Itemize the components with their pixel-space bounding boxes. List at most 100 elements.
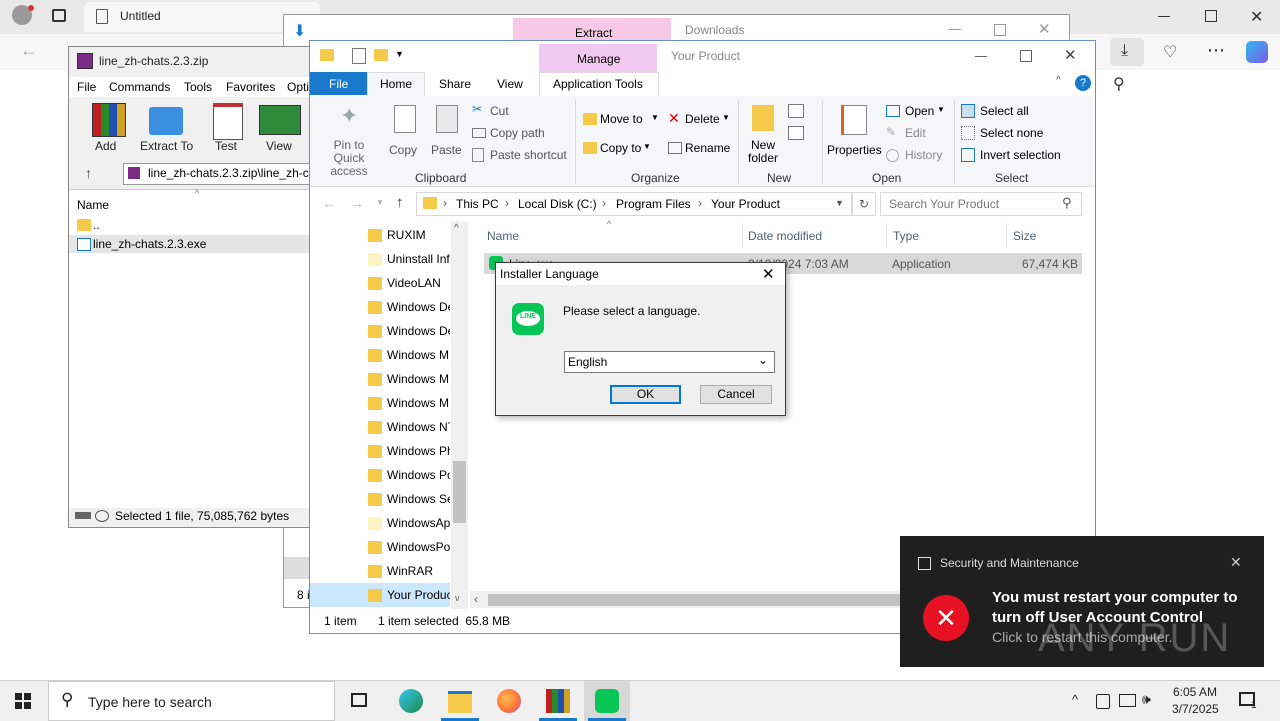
tree-item[interactable]: WindowsPo: [310, 535, 450, 559]
copy-to-button[interactable]: Copy to ▼: [581, 139, 661, 157]
clock-date[interactable]: 3/7/2025: [1172, 702, 1219, 716]
menu-options[interactable]: Opti: [287, 80, 309, 94]
toast-notification[interactable]: Security and Maintenance ✕ ✕ You must re…: [900, 536, 1264, 667]
maximize-icon[interactable]: [994, 24, 1006, 36]
recent-dropdown-icon[interactable]: ▼: [376, 198, 384, 207]
new-folder-button[interactable]: New folder: [742, 101, 784, 165]
open-button[interactable]: Open ▼: [886, 102, 950, 120]
tree-scrollbar[interactable]: [451, 221, 468, 609]
copilot-icon[interactable]: [1246, 41, 1268, 63]
tab-view[interactable]: View: [497, 77, 523, 91]
copy-button[interactable]: Copy: [386, 101, 422, 163]
window-close-icon[interactable]: ✕: [1250, 7, 1263, 27]
refresh-icon[interactable]: ↻: [852, 192, 876, 216]
up-arrow-icon[interactable]: ↑: [85, 165, 92, 181]
tab-actions-icon[interactable]: [52, 9, 66, 22]
test-button[interactable]: Test: [207, 103, 247, 155]
breadcrumb-local-disk[interactable]: Local Disk (C:): [518, 197, 597, 211]
window-restore-icon[interactable]: [1205, 10, 1217, 22]
network-icon[interactable]: [1119, 694, 1136, 707]
scroll-left-icon[interactable]: ‹: [474, 592, 478, 606]
clock-time[interactable]: 6:05 AM: [1173, 685, 1217, 699]
firefox-taskbar-icon[interactable]: [497, 689, 521, 713]
menu-tools[interactable]: Tools: [184, 80, 212, 94]
tree-item-selected[interactable]: Your Produc: [310, 583, 450, 607]
health-icon[interactable]: ♡: [1163, 42, 1177, 62]
pin-icon[interactable]: ⚲: [1113, 74, 1125, 94]
tree-item[interactable]: Windows De: [310, 319, 450, 343]
tree-item[interactable]: Windows Po: [310, 463, 450, 487]
back-icon[interactable]: ←: [322, 195, 336, 211]
pin-quick-access-button[interactable]: ✦ Pin to Quick access: [314, 101, 384, 178]
properties-qat-icon[interactable]: [352, 48, 366, 64]
history-button[interactable]: History: [886, 146, 950, 164]
column-name[interactable]: Name: [487, 229, 519, 243]
delete-button[interactable]: ✕ Delete ▼: [666, 110, 732, 128]
easy-access-icon[interactable]: [788, 126, 804, 140]
h-scroll-thumb[interactable]: [488, 594, 908, 606]
list-item[interactable]: ..: [69, 216, 314, 234]
column-name[interactable]: Name: [77, 198, 109, 212]
menu-file[interactable]: File: [77, 80, 96, 94]
maximize-icon[interactable]: [1020, 50, 1032, 62]
path-field[interactable]: line_zh-chats.2.3.zip\line_zh-ch: [123, 163, 316, 185]
search-box[interactable]: Search Your Product ⚲: [880, 192, 1082, 216]
scroll-thumb[interactable]: [453, 461, 466, 523]
language-select[interactable]: English ⌄: [564, 351, 775, 373]
volume-icon[interactable]: 🕪: [1142, 691, 1151, 708]
downloads-icon[interactable]: ⤓: [1110, 38, 1144, 66]
select-none-button[interactable]: Select none: [961, 124, 1071, 142]
help-icon[interactable]: ?: [1075, 75, 1091, 91]
breadcrumb-your-product[interactable]: Your Product: [711, 197, 780, 211]
tree-item[interactable]: RUXIM: [310, 223, 450, 247]
new-folder-qat-icon[interactable]: [374, 49, 388, 61]
tree-item[interactable]: Windows Se: [310, 487, 450, 511]
column-date-modified[interactable]: Date modified: [748, 229, 822, 243]
collapse-ribbon-icon[interactable]: ^: [1056, 75, 1061, 86]
winrar-taskbar-icon[interactable]: [546, 689, 570, 713]
rename-button[interactable]: Rename: [666, 139, 732, 157]
show-hidden-icons-icon[interactable]: ^: [1072, 692, 1078, 707]
tree-item[interactable]: WinRAR: [310, 559, 450, 583]
tree-item[interactable]: Windows M: [310, 391, 450, 415]
cut-button[interactable]: ✂ Cut: [470, 102, 550, 120]
window-minimize-icon[interactable]: [1158, 16, 1170, 17]
task-view-icon[interactable]: [351, 693, 367, 707]
more-icon[interactable]: ⋯: [1207, 40, 1225, 61]
paste-button[interactable]: Paste: [428, 101, 464, 163]
extract-to-button[interactable]: Extract To: [137, 103, 199, 155]
tree-item[interactable]: Windows De: [310, 295, 450, 319]
list-item-selected[interactable]: line_zh-chats.2.3.exe: [69, 235, 314, 253]
back-icon[interactable]: ←: [20, 40, 38, 61]
tree-item[interactable]: Windows M: [310, 343, 450, 367]
add-button[interactable]: Add: [87, 103, 127, 155]
scroll-up-icon[interactable]: ^: [454, 223, 459, 234]
column-size[interactable]: Size: [1013, 229, 1036, 243]
move-to-button[interactable]: Move to ▼: [581, 110, 661, 128]
up-icon[interactable]: ↑: [396, 194, 404, 211]
paste-shortcut-button[interactable]: Paste shortcut: [470, 146, 570, 164]
address-bar[interactable]: › This PC › Local Disk (C:) › Program Fi…: [416, 192, 852, 216]
edge-taskbar-icon[interactable]: [399, 689, 423, 713]
tab-share[interactable]: Share: [439, 77, 471, 91]
minimize-icon[interactable]: [949, 29, 961, 30]
close-icon[interactable]: ✕: [1064, 46, 1077, 64]
address-dropdown-icon[interactable]: ▼: [835, 198, 844, 208]
breadcrumb-this-pc[interactable]: This PC: [456, 197, 499, 211]
line-taskbar-button[interactable]: [584, 681, 630, 721]
menu-favorites[interactable]: Favorites: [226, 80, 275, 94]
tree-item[interactable]: Uninstall Inf: [310, 247, 450, 271]
select-all-button[interactable]: Select all: [961, 102, 1071, 120]
windows-start-icon[interactable]: [15, 693, 31, 709]
forward-icon[interactable]: →: [350, 195, 364, 211]
qat-dropdown-icon[interactable]: ▼: [395, 49, 404, 59]
copy-path-button[interactable]: Copy path: [470, 124, 560, 142]
invert-selection-button[interactable]: Invert selection: [961, 146, 1081, 164]
scroll-down-icon[interactable]: v: [455, 593, 460, 603]
tree-item[interactable]: Windows M: [310, 367, 450, 391]
breadcrumb-program-files[interactable]: Program Files: [616, 197, 691, 211]
column-type[interactable]: Type: [893, 229, 919, 243]
tree-item[interactable]: VideoLAN: [310, 271, 450, 295]
close-icon[interactable]: ✕: [1038, 20, 1051, 38]
cancel-button[interactable]: Cancel: [700, 385, 772, 404]
